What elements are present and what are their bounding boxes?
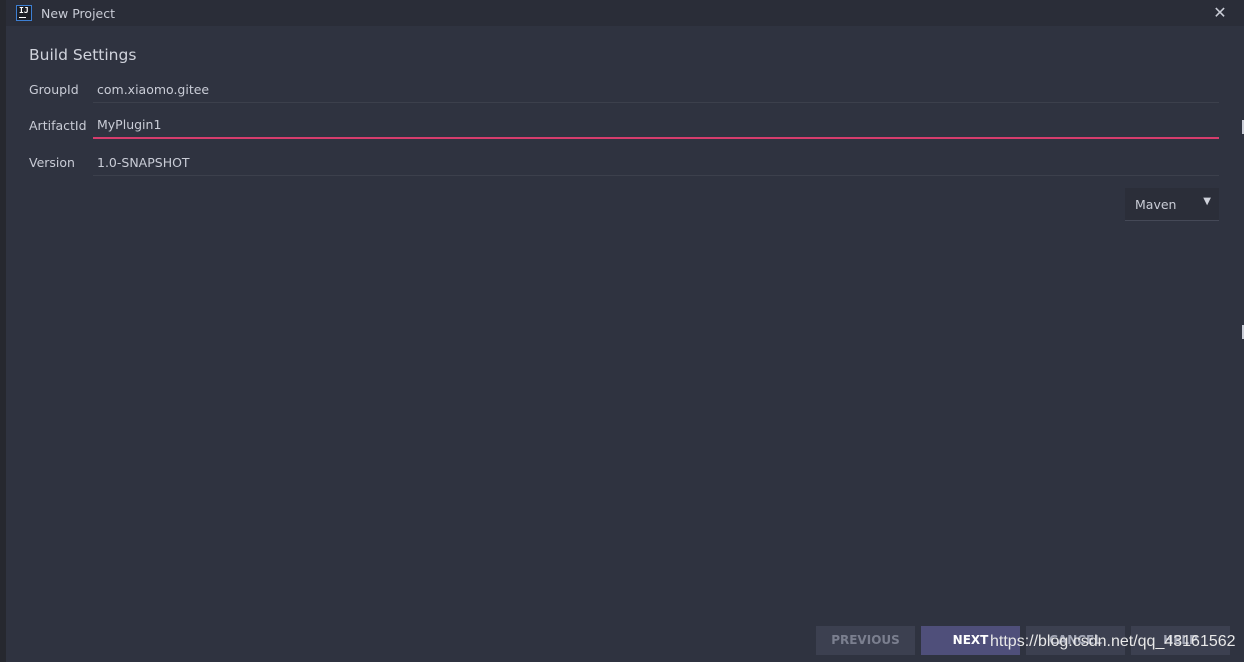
version-label: Version <box>29 155 75 170</box>
cancel-button[interactable]: CANCEL <box>1026 626 1125 655</box>
version-input[interactable] <box>93 149 1219 176</box>
version-row: Version <box>29 149 1219 177</box>
artifactid-input[interactable] <box>93 112 1219 139</box>
previous-button[interactable]: PREVIOUS <box>816 626 915 655</box>
new-project-dialog: IJ New Project ✕ Build Settings GroupId … <box>6 0 1244 662</box>
intellij-app-icon: IJ <box>16 5 32 21</box>
dropdown-arrow-icon: ▼ <box>1203 196 1211 207</box>
close-icon[interactable]: ✕ <box>1210 3 1230 23</box>
next-button[interactable]: NEXT <box>921 626 1020 655</box>
artifactid-label: ArtifactId <box>29 118 87 133</box>
section-title: Build Settings <box>29 46 137 64</box>
window-title: New Project <box>41 6 116 21</box>
build-system-select[interactable]: Maven ▼ <box>1125 188 1219 221</box>
groupid-row: GroupId <box>29 76 1219 104</box>
artifactid-row: ArtifactId <box>29 112 1219 140</box>
help-button[interactable]: HELP <box>1131 626 1230 655</box>
groupid-input[interactable] <box>93 76 1219 103</box>
groupid-label: GroupId <box>29 82 79 97</box>
title-bar: IJ New Project ✕ <box>6 0 1244 26</box>
build-system-value: Maven <box>1135 197 1177 212</box>
